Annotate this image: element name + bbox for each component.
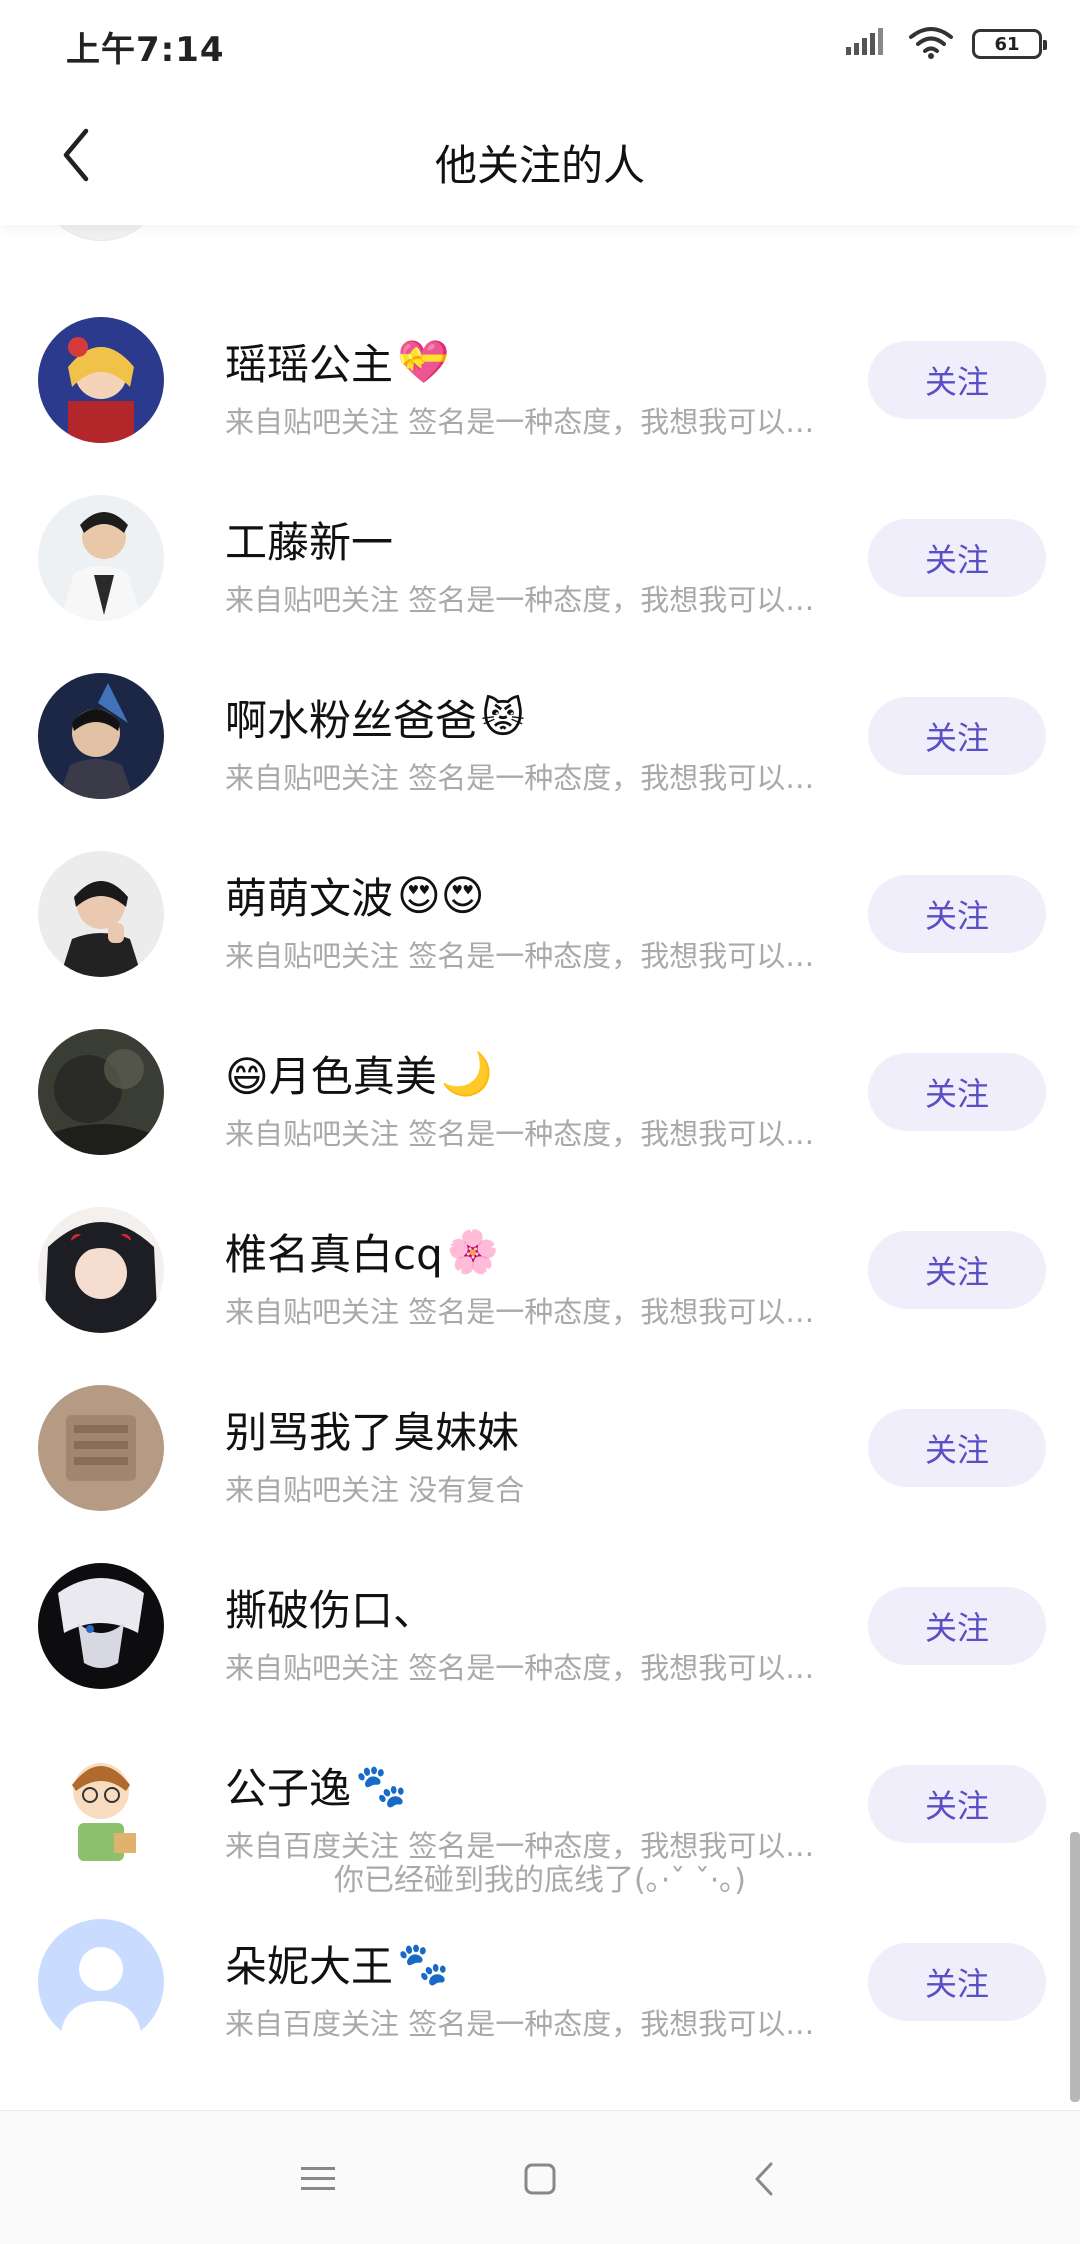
user-name[interactable]: 朵妮大王 🐾 — [225, 1933, 449, 1994]
system-nav-bar — [0, 2110, 1080, 2244]
user-name[interactable]: 撕破伤口、 — [225, 1577, 439, 1638]
menu-icon — [301, 2167, 335, 2190]
list-item[interactable]: 瑶瑶公主 💝 来自贴吧关注 签名是一种态度，我想我可以… 关注 — [0, 297, 1080, 475]
header: 他关注的人 — [0, 90, 1080, 225]
user-name-text: 工藤新一 — [225, 518, 394, 567]
avatar — [38, 225, 164, 241]
user-name-text: 瑶瑶公主 — [225, 340, 394, 389]
list-item[interactable]: 啊水粉丝爸爸 😾 来自贴吧关注 签名是一种态度，我想我可以… 关注 — [0, 653, 1080, 831]
list-item-partial[interactable] — [38, 225, 1038, 255]
page-title: 他关注的人 — [434, 141, 645, 190]
user-subtitle: 来自贴吧关注 签名是一种态度，我想我可以… — [225, 583, 815, 617]
user-name-text: 别骂我了臭妹妹 — [225, 1408, 520, 1457]
user-name[interactable]: 别骂我了臭妹妹 — [225, 1399, 523, 1460]
avatar[interactable] — [38, 1385, 164, 1511]
status-bar: 上午7:14 61 — [0, 0, 1080, 90]
triangle-back-icon — [755, 2162, 773, 2196]
list-item[interactable]: 别骂我了臭妹妹 来自贴吧关注 没有复合 关注 — [0, 1365, 1080, 1543]
avatar[interactable] — [38, 673, 164, 799]
avatar[interactable] — [38, 851, 164, 977]
follow-button[interactable]: 关注 — [868, 1587, 1046, 1665]
following-list: 瑶瑶公主 💝 来自贴吧关注 签名是一种态度，我想我可以… 关注 工藤新一 来自贴… — [0, 225, 1080, 2110]
avatar[interactable] — [38, 317, 164, 443]
user-name-text: 啊水粉丝爸爸 — [225, 696, 478, 745]
list-item[interactable]: 朵妮大王 🐾 来自百度关注 签名是一种态度，我想我可以… 关注 — [0, 1899, 1080, 2077]
app-screen: 上午7:14 61 他关注的人 瑶瑶公主 💝 来自贴吧关注 签名是一种态度，我想… — [0, 0, 1080, 2244]
wifi-icon — [908, 25, 954, 63]
home-button[interactable] — [510, 2149, 570, 2209]
user-subtitle: 来自贴吧关注 签名是一种态度，我想我可以… — [225, 761, 815, 795]
follow-button[interactable]: 关注 — [868, 1053, 1046, 1131]
follow-button[interactable]: 关注 — [868, 341, 1046, 419]
user-name[interactable]: 工藤新一 — [225, 509, 397, 570]
user-name-text: 椎名真白cq — [225, 1230, 443, 1279]
user-subtitle: 来自贴吧关注 没有复合 — [225, 1473, 525, 1507]
avatar[interactable] — [38, 1563, 164, 1689]
status-icons: 61 — [846, 24, 1047, 64]
battery-level: 61 — [994, 33, 1020, 55]
menu-button[interactable] — [288, 2149, 348, 2209]
list-item[interactable]: 椎名真白cq 🌸 来自贴吧关注 签名是一种态度，我想我可以… 关注 — [0, 1187, 1080, 1365]
nav-back-button[interactable] — [734, 2149, 794, 2209]
user-name-text: 萌萌文波 — [225, 874, 394, 923]
user-name-text: 朵妮大王 — [225, 1942, 394, 1991]
user-name[interactable]: 公子逸 🐾 — [225, 1755, 407, 1816]
user-name[interactable]: 瑶瑶公主 💝 — [225, 331, 449, 392]
list-item[interactable]: 萌萌文波 😍😍 来自贴吧关注 签名是一种态度，我想我可以… 关注 — [0, 831, 1080, 1009]
heart-gift-emoji-icon: 💝 — [397, 336, 450, 386]
user-name-text: 😄月色真美 — [225, 1052, 437, 1101]
status-time: 上午7:14 — [66, 30, 225, 70]
crescent-moon-emoji-icon: 🌙 — [440, 1048, 494, 1098]
avatar[interactable] — [38, 1029, 164, 1155]
end-of-list-note: 你已经碰到我的底线了(｡·ˇ ˇ·｡) — [333, 1863, 747, 1898]
signal-icon — [846, 27, 890, 61]
user-name[interactable]: 😄月色真美 🌙 — [225, 1043, 493, 1104]
avatar[interactable] — [38, 1919, 164, 2045]
follow-button[interactable]: 关注 — [868, 1943, 1046, 2021]
square-home-icon — [524, 2163, 556, 2195]
avatar[interactable] — [38, 495, 164, 621]
user-subtitle: 来自贴吧关注 签名是一种态度，我想我可以… — [225, 1117, 815, 1151]
avatar[interactable] — [38, 1207, 164, 1333]
heart-eyes-emoji-icon: 😍😍 — [397, 871, 485, 920]
follow-button[interactable]: 关注 — [868, 697, 1046, 775]
follow-button[interactable]: 关注 — [868, 875, 1046, 953]
user-name[interactable]: 萌萌文波 😍😍 — [225, 865, 485, 926]
avatar[interactable] — [38, 1741, 164, 1867]
list-item[interactable]: 😄月色真美 🌙 来自贴吧关注 签名是一种态度，我想我可以… 关注 — [0, 1009, 1080, 1187]
list-item[interactable]: 工藤新一 来自贴吧关注 签名是一种态度，我想我可以… 关注 — [0, 475, 1080, 653]
follow-button[interactable]: 关注 — [868, 1409, 1046, 1487]
user-name[interactable]: 啊水粉丝爸爸 😾 — [225, 687, 525, 748]
follow-button[interactable]: 关注 — [868, 519, 1046, 597]
paw-prints-emoji-icon: 🐾 — [397, 1938, 450, 1988]
cherry-blossom-emoji-icon: 🌸 — [446, 1226, 500, 1276]
user-name-text: 公子逸 — [225, 1764, 352, 1813]
user-subtitle: 来自贴吧关注 签名是一种态度，我想我可以… — [225, 1295, 815, 1329]
follow-button[interactable]: 关注 — [868, 1765, 1046, 1843]
user-subtitle: 来自贴吧关注 签名是一种态度，我想我可以… — [225, 1651, 815, 1685]
user-subtitle: 来自贴吧关注 签名是一种态度，我想我可以… — [225, 939, 815, 973]
list-item[interactable]: 撕破伤口、 来自贴吧关注 签名是一种态度，我想我可以… 关注 — [0, 1543, 1080, 1721]
battery-icon: 61 — [972, 29, 1047, 59]
angry-cat-emoji-icon: 😾 — [481, 693, 525, 742]
user-subtitle: 来自贴吧关注 签名是一种态度，我想我可以… — [225, 405, 815, 439]
user-subtitle: 来自百度关注 签名是一种态度，我想我可以… — [225, 2007, 815, 2041]
scrollbar[interactable] — [1070, 1832, 1080, 2102]
user-name[interactable]: 椎名真白cq 🌸 — [225, 1221, 499, 1282]
follow-button[interactable]: 关注 — [868, 1231, 1046, 1309]
user-name-text: 撕破伤口、 — [225, 1586, 436, 1635]
paw-prints-emoji-icon: 🐾 — [355, 1760, 408, 1810]
